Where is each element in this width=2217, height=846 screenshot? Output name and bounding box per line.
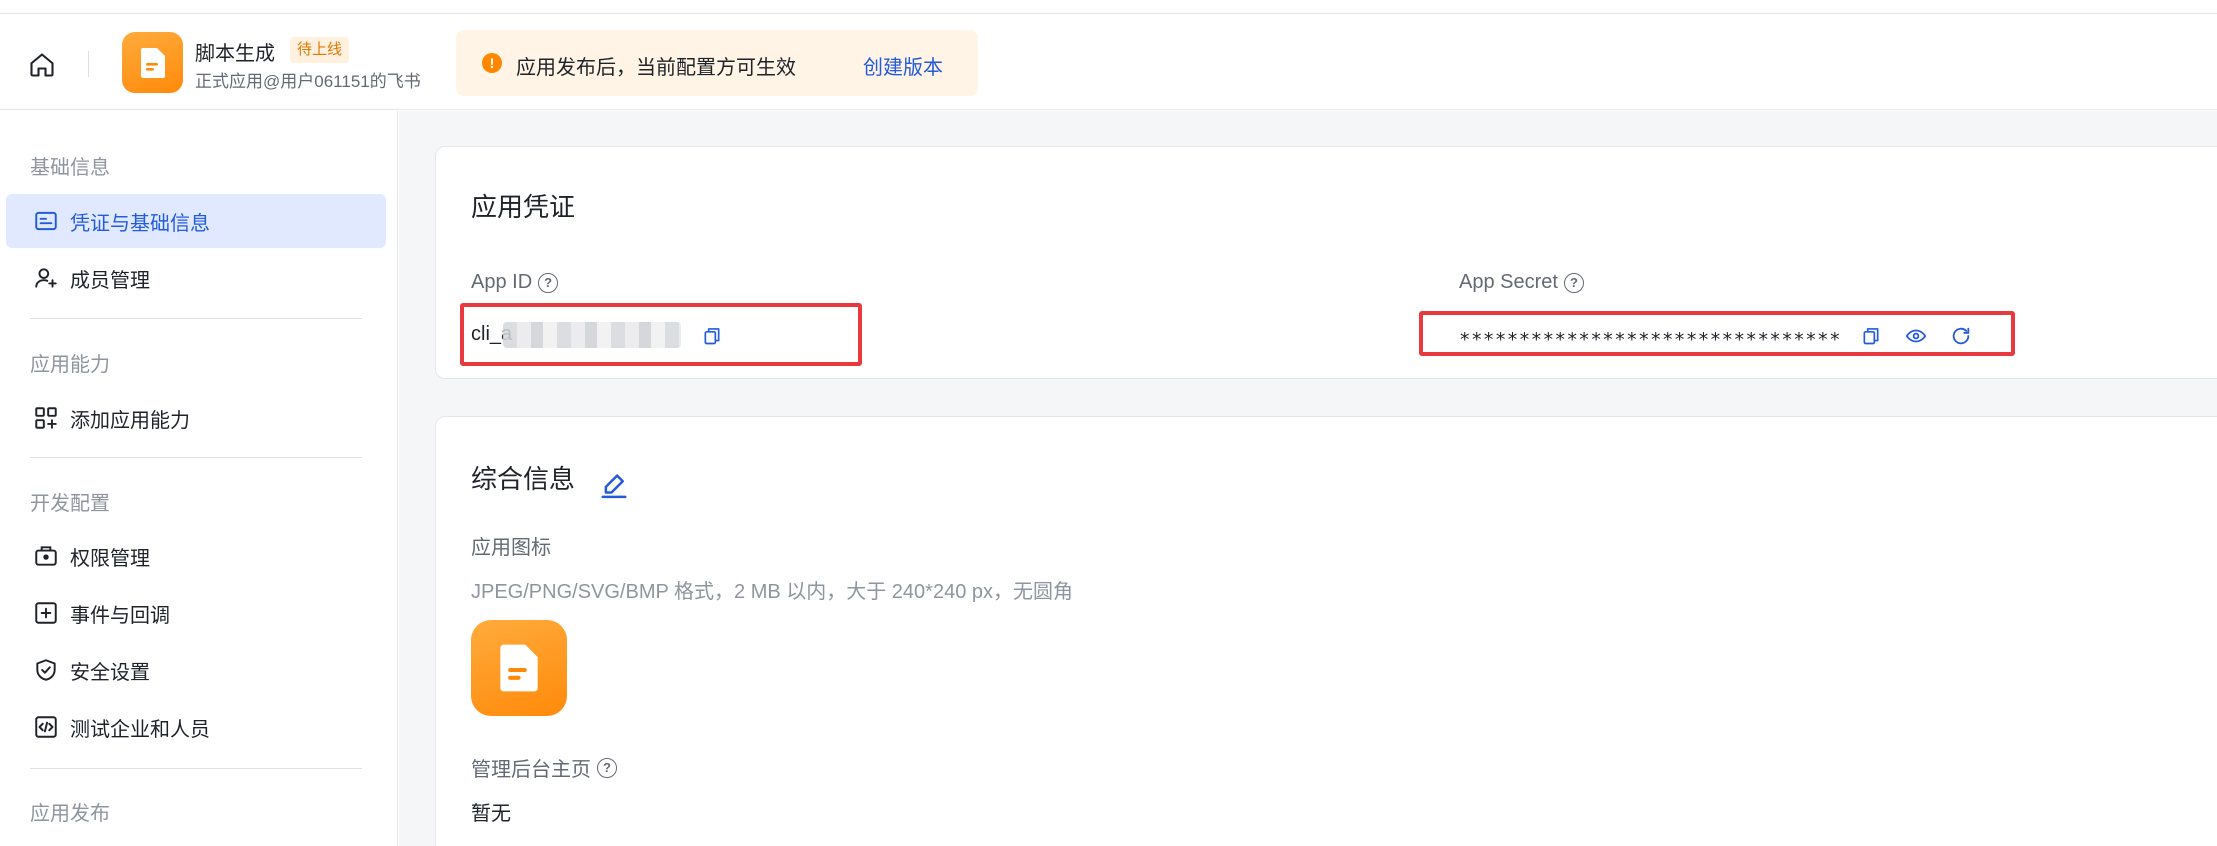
apps-add-icon xyxy=(32,404,60,432)
app-secret-label: App Secret xyxy=(1459,271,1558,293)
notice-text: 应用发布后，当前配置方可生效 xyxy=(516,57,796,79)
sidebar-divider xyxy=(30,457,362,458)
credentials-title: 应用凭证 xyxy=(471,192,576,222)
sidebar-item-events[interactable]: 事件与回调 xyxy=(6,586,386,640)
app-secret-value: ******************************** xyxy=(1459,329,1842,351)
warning-icon: ! xyxy=(482,53,502,73)
user-add-icon xyxy=(32,264,60,292)
code-icon xyxy=(32,713,60,741)
app-logo-icon xyxy=(122,32,183,93)
header-divider xyxy=(88,51,89,77)
sidebar-item-members[interactable]: 成员管理 xyxy=(6,251,386,305)
sidebar-item-label: 测试企业和人员 xyxy=(70,718,210,741)
top-header: 脚本生成 待上线 正式应用@用户061151的飞书 ! 应用发布后，当前配置方可… xyxy=(0,15,2217,110)
sidebar-section-title: 开发配置 xyxy=(30,493,110,515)
app-icon-preview[interactable] xyxy=(471,620,567,716)
app-name: 脚本生成 xyxy=(195,43,275,65)
reset-secret-button[interactable] xyxy=(1948,323,1974,349)
edit-general-info-button[interactable] xyxy=(599,470,629,500)
sidebar-item-permissions[interactable]: 权限管理 xyxy=(6,529,386,583)
event-add-icon xyxy=(32,599,60,627)
app-icon-hint: JPEG/PNG/SVG/BMP 格式，2 MB 以内，大于 240*240 p… xyxy=(471,581,1074,603)
sidebar-item-test-users[interactable]: 测试企业和人员 xyxy=(6,700,386,754)
app-secret-label-group: App Secret ? xyxy=(1459,271,1584,294)
sidebar: 基础信息 凭证与基础信息 成员管理 应用能力 添加应用能力 开发配置 权限管理 … xyxy=(0,111,398,846)
eye-icon xyxy=(1905,329,1927,343)
credentials-card: 应用凭证 App ID ? cli_a App Secret ? *******… xyxy=(435,146,2217,379)
sidebar-section-title: 应用发布 xyxy=(30,803,110,825)
app-status-badge: 待上线 xyxy=(290,37,350,63)
app-subtitle: 正式应用@用户061151的飞书 xyxy=(195,72,421,91)
app-logo-icon xyxy=(500,644,538,692)
shield-check-icon xyxy=(32,656,60,684)
app-id-label: App ID xyxy=(471,271,533,293)
id-card-icon xyxy=(32,207,60,235)
briefcase-lock-icon xyxy=(32,542,60,570)
help-icon[interactable]: ? xyxy=(538,272,559,293)
top-border xyxy=(0,0,2217,14)
home-button[interactable] xyxy=(24,47,60,83)
copy-app-secret-button[interactable] xyxy=(1858,323,1884,349)
sidebar-item-add-capability[interactable]: 添加应用能力 xyxy=(6,391,386,445)
sidebar-section-title: 基础信息 xyxy=(30,157,110,179)
help-icon[interactable]: ? xyxy=(597,757,617,778)
publish-notice-banner: ! 应用发布后，当前配置方可生效 创建版本 xyxy=(456,30,978,96)
app-id-label-group: App ID ? xyxy=(471,271,559,294)
sidebar-item-label: 安全设置 xyxy=(70,661,150,684)
sidebar-section-title: 应用能力 xyxy=(30,354,110,376)
sidebar-item-security[interactable]: 安全设置 xyxy=(6,643,386,697)
copy-app-id-button[interactable] xyxy=(699,323,725,349)
main-content: 应用凭证 App ID ? cli_a App Secret ? *******… xyxy=(399,111,2217,846)
homepage-value: 暂无 xyxy=(471,803,511,825)
refresh-icon xyxy=(1952,327,1970,345)
general-info-title: 综合信息 xyxy=(471,464,576,494)
create-version-link[interactable]: 创建版本 xyxy=(863,51,943,80)
help-icon[interactable]: ? xyxy=(1563,272,1584,293)
sidebar-divider xyxy=(30,768,362,769)
copy-icon xyxy=(1863,328,1879,345)
app-icon-label: 应用图标 xyxy=(471,537,551,559)
general-info-card: 综合信息 应用图标 JPEG/PNG/SVG/BMP 格式，2 MB 以内，大于… xyxy=(435,416,2217,846)
show-secret-button[interactable] xyxy=(1903,323,1929,349)
edit-icon xyxy=(601,474,627,499)
sidebar-divider xyxy=(30,318,362,319)
homepage-label: 管理后台主页 xyxy=(471,759,591,781)
sidebar-item-label: 权限管理 xyxy=(70,547,150,570)
sidebar-item-label: 成员管理 xyxy=(70,269,150,292)
sidebar-item-label: 凭证与基础信息 xyxy=(70,212,210,235)
sidebar-item-label: 事件与回调 xyxy=(70,604,170,627)
home-icon xyxy=(30,53,54,77)
homepage-label-group: 管理后台主页 ? xyxy=(471,753,617,782)
sidebar-item-label: 添加应用能力 xyxy=(70,409,190,432)
sidebar-item-credentials[interactable]: 凭证与基础信息 xyxy=(6,194,386,248)
copy-icon xyxy=(704,328,720,345)
redacted-mask xyxy=(503,322,681,348)
